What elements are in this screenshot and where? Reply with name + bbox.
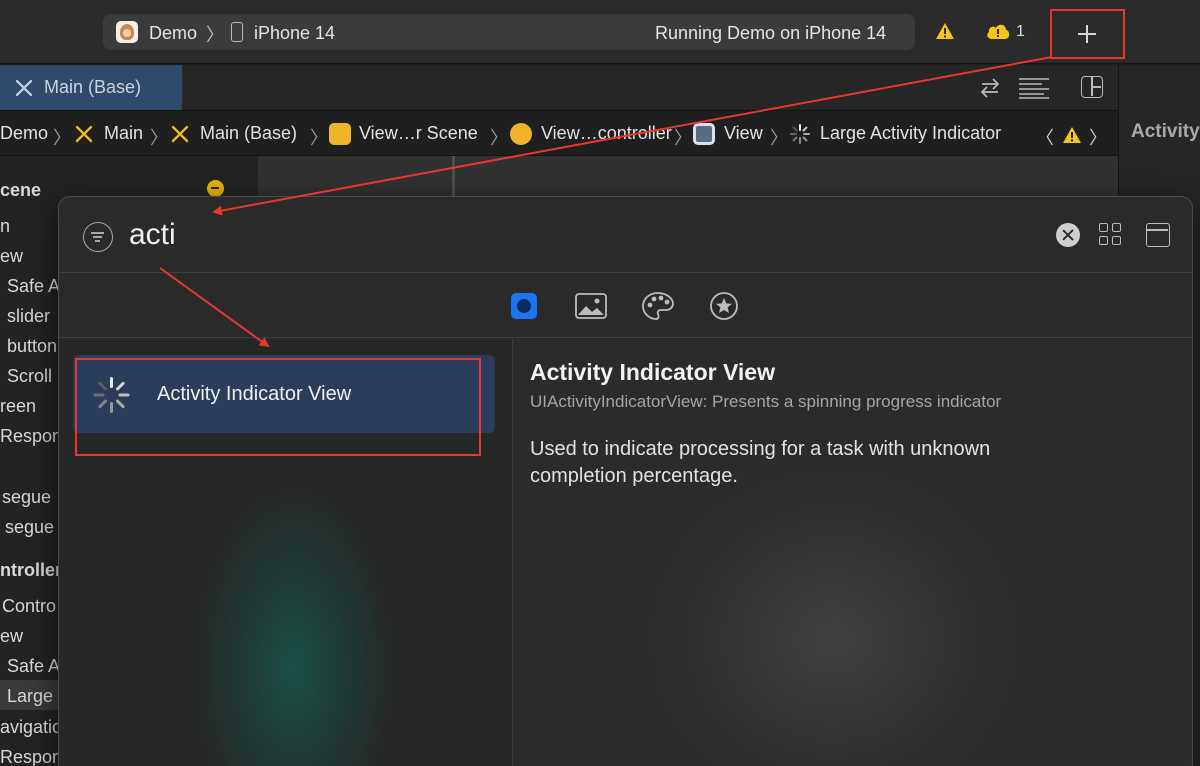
view-icon <box>693 123 715 145</box>
outline-row[interactable]: cene <box>0 180 41 201</box>
swap-icon[interactable] <box>978 77 1002 99</box>
jumpbar-item-main[interactable]: Main <box>104 123 143 144</box>
favorites-star-icon[interactable] <box>709 291 739 321</box>
next-issue-icon[interactable]: 〉 <box>1089 124 1107 150</box>
color-palette-icon[interactable] <box>641 291 675 321</box>
library-popup: Activity Indicator View Activity Indicat… <box>58 196 1193 766</box>
editor-tab-bar: Main (Base) <box>0 65 1118 111</box>
scheme-name[interactable]: Demo <box>149 23 197 44</box>
tab-main-base[interactable]: Main (Base) <box>0 65 182 110</box>
outline-row[interactable]: Respon <box>0 426 62 447</box>
objects-category-icon[interactable] <box>511 293 537 319</box>
activity-indicator-icon <box>790 124 810 144</box>
chevron-right-icon: 〉 <box>53 128 71 148</box>
outline-row[interactable]: segue <box>5 517 54 538</box>
jumpbar-item-scene[interactable]: View…r Scene <box>359 123 478 144</box>
jumpbar-item-view[interactable]: View <box>724 123 763 144</box>
chevron-right-icon: 〉 <box>490 128 508 148</box>
detail-subtitle: UIActivityIndicatorView: Presents a spin… <box>530 392 1002 411</box>
scheme-selector[interactable]: Demo 〉 iPhone 14 Running Demo on iPhone … <box>103 14 915 50</box>
scene-exit-icon[interactable] <box>207 180 224 197</box>
storyboard-icon <box>171 125 189 143</box>
detail-description: Used to indicate processing for a task w… <box>530 438 991 487</box>
runtime-issue-icon[interactable] <box>985 22 1011 40</box>
activity-status: Running Demo on iPhone 14 <box>655 23 887 43</box>
warning-icon[interactable] <box>1062 126 1082 144</box>
chevron-right-icon: 〉 <box>150 128 168 148</box>
filter-icon[interactable] <box>83 222 113 252</box>
jumpbar-item-main-base[interactable]: Main (Base) <box>200 123 297 144</box>
canvas-divider <box>452 156 455 198</box>
outline-row[interactable]: ew <box>0 246 23 267</box>
media-category-icon[interactable] <box>575 293 607 319</box>
activity-indicator-icon <box>91 375 131 415</box>
inspector-title: Activity <box>1131 121 1200 142</box>
outline-row[interactable]: reen <box>0 396 36 417</box>
jump-bar: Demo 〉 Main 〉 Main (Base) 〉 View…r Scene… <box>0 112 1118 156</box>
outline-row[interactable]: Large <box>7 686 53 707</box>
chevron-right-icon: 〉 <box>770 128 788 148</box>
outline-row[interactable]: ew <box>0 626 23 647</box>
warning-icon[interactable] <box>935 22 955 40</box>
detail-view-icon[interactable] <box>1146 223 1170 247</box>
outline-row[interactable]: Respon <box>0 747 62 766</box>
outline-row[interactable]: n <box>0 216 10 237</box>
outline-row[interactable]: Safe A <box>7 276 60 297</box>
storyboard-icon <box>15 79 33 97</box>
detail-title: Activity Indicator View <box>530 359 775 385</box>
chevron-right-icon: 〉 <box>310 128 328 148</box>
issue-count: 1 <box>1016 23 1025 40</box>
scene-icon <box>329 123 351 145</box>
toolbar: Demo 〉 iPhone 14 Running Demo on iPhone … <box>0 0 1200 64</box>
library-results-list: Activity Indicator View <box>59 339 512 766</box>
app-icon <box>116 21 138 43</box>
storyboard-icon <box>75 125 93 143</box>
outline-row[interactable]: ntroller <box>0 560 62 581</box>
library-plus-button[interactable] <box>1050 9 1125 59</box>
outline-row[interactable]: button <box>7 336 57 357</box>
chevron-right-icon: 〉 <box>674 128 692 148</box>
outline-row[interactable]: Safe A <box>7 656 60 677</box>
library-category-bar <box>59 274 1192 338</box>
device-name[interactable]: iPhone 14 <box>254 23 335 44</box>
outline-row[interactable]: avigatio <box>0 717 62 738</box>
result-activity-indicator-view[interactable]: Activity Indicator View <box>73 355 495 433</box>
chevron-right-icon: 〉 <box>206 25 224 45</box>
editor-options-icon[interactable] <box>1018 77 1050 99</box>
jumpbar-item-view-controller[interactable]: View…controller <box>541 123 672 144</box>
jumpbar-item-demo[interactable]: Demo <box>0 123 48 144</box>
outline-row[interactable]: Scroll <box>7 366 52 387</box>
outline-row[interactable]: segue <box>2 487 51 508</box>
add-editor-icon[interactable] <box>1081 76 1103 98</box>
grid-view-icon[interactable] <box>1099 223 1123 247</box>
tab-label: Main (Base) <box>44 77 142 97</box>
outline-row[interactable]: Contro <box>2 596 56 617</box>
library-search-input[interactable] <box>129 213 1009 257</box>
outline-row[interactable]: slider <box>7 306 50 327</box>
result-label: Activity Indicator View <box>157 383 352 405</box>
library-search-bar <box>59 197 1192 273</box>
previous-issue-icon[interactable]: 〈 <box>1036 124 1054 150</box>
clear-search-icon[interactable] <box>1056 223 1080 247</box>
iphone-icon <box>231 22 243 42</box>
view-controller-icon <box>510 123 532 145</box>
jumpbar-item-large-activity-indicator[interactable]: Large Activity Indicator <box>820 123 1001 144</box>
library-detail-pane: Activity Indicator View UIActivityIndica… <box>513 339 1192 766</box>
